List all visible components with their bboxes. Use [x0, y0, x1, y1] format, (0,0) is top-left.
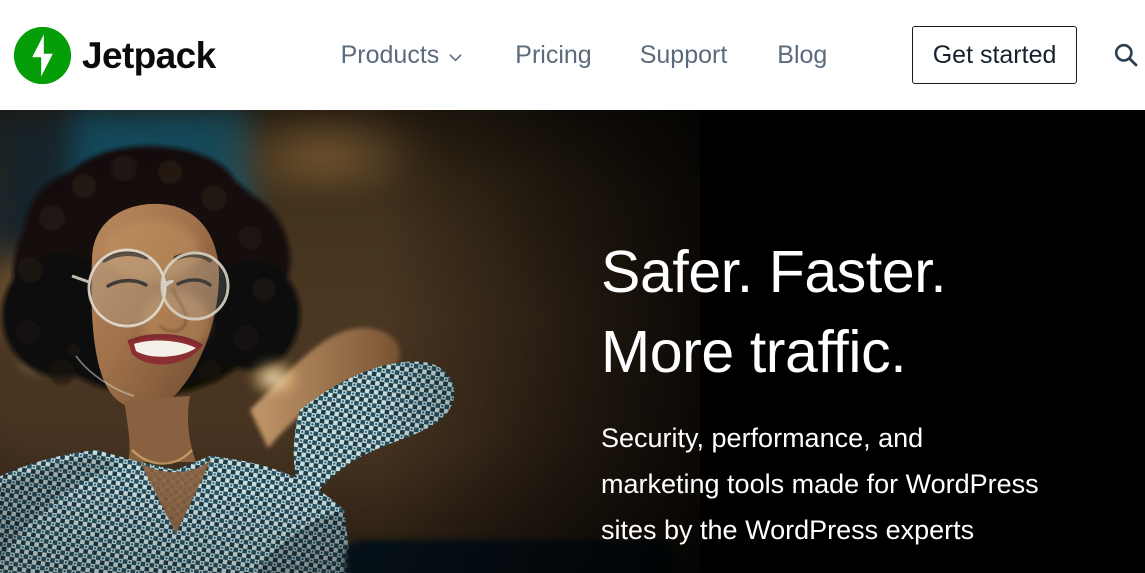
hero-headline: Safer. Faster. More traffic.: [601, 232, 947, 392]
hero-subtext-line-1: Security, performance, and: [601, 423, 924, 453]
search-icon: [1112, 41, 1140, 69]
site-header: Jetpack Products Pricing Support Blog Ge…: [0, 0, 1145, 110]
hero-subtext-line-3: sites by the WordPress experts: [601, 515, 975, 545]
search-button[interactable]: [1107, 35, 1145, 75]
nav-item-support[interactable]: Support: [640, 41, 728, 70]
get-started-button[interactable]: Get started: [912, 26, 1077, 84]
main-navigation: Products Pricing Support Blog: [341, 41, 828, 70]
hero-headline-line-1: Safer. Faster.: [601, 239, 947, 305]
nav-item-pricing[interactable]: Pricing: [515, 41, 591, 70]
nav-item-blog[interactable]: Blog: [777, 41, 827, 70]
hero-subtext: Security, performance, and marketing too…: [601, 415, 1141, 553]
brand-logo-link[interactable]: Jetpack: [14, 26, 216, 84]
jetpack-logo-icon: [14, 26, 71, 84]
brand-name: Jetpack: [82, 34, 216, 76]
nav-item-products[interactable]: Products: [341, 41, 464, 70]
nav-item-products-label: Products: [340, 40, 440, 69]
hero-section: Safer. Faster. More traffic. Security, p…: [0, 110, 1145, 573]
nav-item-support-label: Support: [639, 40, 728, 69]
hero-headline-line-2: More traffic.: [601, 319, 907, 385]
hero-copy: Safer. Faster. More traffic. Security, p…: [601, 110, 1145, 573]
hero-subtext-line-2: marketing tools made for WordPress: [601, 469, 1039, 499]
nav-item-blog-label: Blog: [777, 40, 828, 69]
nav-item-pricing-label: Pricing: [515, 40, 592, 69]
chevron-down-icon: [448, 50, 463, 65]
